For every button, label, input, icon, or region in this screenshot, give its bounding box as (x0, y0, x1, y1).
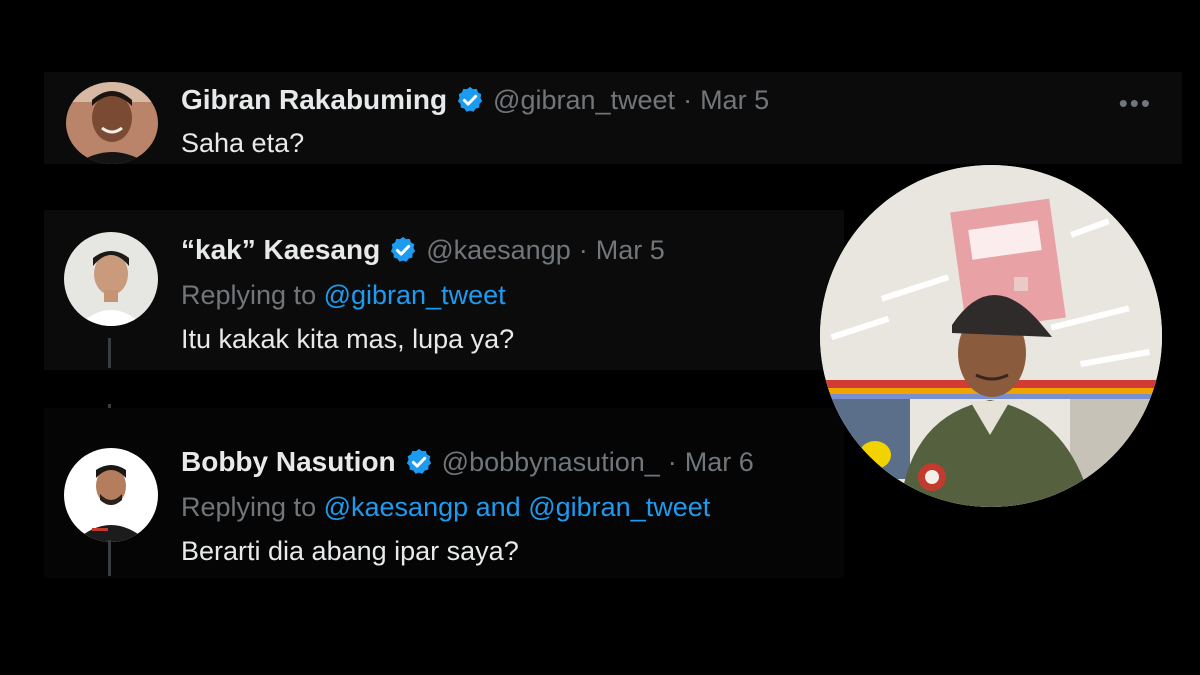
tweet-date[interactable]: Mar 6 (685, 447, 754, 478)
user-handle[interactable]: @kaesangp (426, 235, 571, 266)
display-name[interactable]: “kak” Kaesang (181, 234, 380, 266)
verified-badge-icon (406, 448, 431, 474)
display-name[interactable]: Bobby Nasution (181, 446, 396, 478)
separator-dot: · (683, 84, 693, 115)
display-name[interactable]: Gibran Rakabuming (181, 84, 447, 116)
tweet-date[interactable]: Mar 5 (596, 235, 665, 266)
tweet-text: Berarti dia abang ipar saya? (181, 536, 519, 566)
more-options-icon[interactable]: ••• (1119, 88, 1152, 119)
tweet-header: Gibran Rakabuming @gibran_tweet · Mar 5 (181, 84, 769, 116)
replying-prefix: Replying to (181, 492, 317, 522)
mention-link[interactable]: @gibran_tweet (528, 492, 710, 522)
replying-to: Replying to @kaesangp and @gibran_tweet (181, 492, 710, 523)
tweet-card[interactable]: Gibran Rakabuming @gibran_tweet · Mar 5 … (44, 72, 1182, 164)
thread-connector (108, 540, 111, 576)
verified-badge-icon (457, 86, 483, 112)
separator-dot: · (578, 234, 588, 265)
tweet-text: Itu kakak kita mas, lupa ya? (181, 324, 515, 354)
tweet-card[interactable]: Bobby Nasution @bobbynasution_ · Mar 6 R… (44, 408, 844, 578)
replying-prefix: Replying to (181, 280, 317, 310)
tweet-header: Bobby Nasution @bobbynasution_ · Mar 6 (181, 446, 754, 478)
thread-connector (108, 338, 111, 368)
mention-link[interactable]: @gibran_tweet (324, 280, 506, 310)
avatar[interactable] (66, 82, 158, 164)
tweet-header: “kak” Kaesang @kaesangp · Mar 5 (181, 234, 665, 266)
replying-and: and (475, 492, 521, 522)
mention-link[interactable]: @kaesangp (324, 492, 469, 522)
avatar[interactable] (64, 232, 158, 326)
tweet-date[interactable]: Mar 5 (700, 85, 769, 116)
avatar[interactable] (64, 448, 158, 542)
user-handle[interactable]: @bobbynasution_ (442, 447, 660, 478)
store-photo (820, 165, 1162, 507)
separator-dot: · (667, 446, 677, 477)
user-handle[interactable]: @gibran_tweet (493, 85, 675, 116)
replying-to: Replying to @gibran_tweet (181, 280, 506, 311)
tweet-card[interactable]: “kak” Kaesang @kaesangp · Mar 5 Replying… (44, 210, 844, 370)
tweet-text: Saha eta? (181, 128, 305, 158)
verified-badge-icon (391, 236, 416, 262)
